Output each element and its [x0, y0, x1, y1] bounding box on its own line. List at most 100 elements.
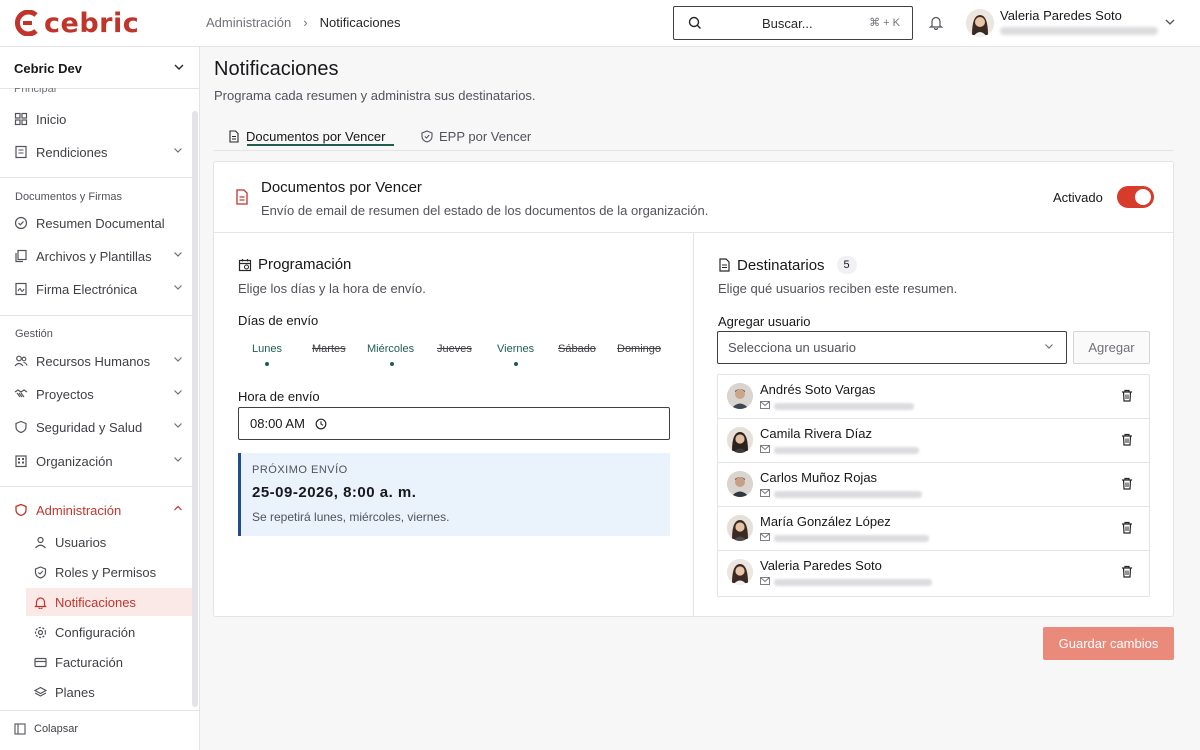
avatar [727, 383, 753, 409]
chevron-down-icon [174, 252, 182, 257]
avatar-male-icon [727, 383, 753, 409]
sidebar-divider [0, 177, 193, 178]
top-bar: cebric Administración › Notificaciones B… [0, 0, 1200, 47]
sidebar-divider [0, 710, 199, 711]
sidebar-item-archivos[interactable]: Archivos y Plantillas [14, 244, 189, 268]
sidebar-subitem-usuarios[interactable]: Usuarios [26, 528, 192, 556]
day-active-dot [514, 362, 518, 366]
page-subtitle: Programa cada resumen y administra sus d… [214, 88, 536, 103]
chevron-down-icon[interactable] [1164, 18, 1176, 26]
recipient-name: Carlos Muñoz Rojas [760, 470, 878, 485]
sidebar-item-label: Administración [36, 502, 122, 518]
sidebar-item-label: Recursos Humanos [36, 353, 151, 369]
avatar [727, 559, 753, 585]
days-label: Días de envío [238, 313, 319, 328]
search-shortcut: ⌘ + K [869, 17, 900, 29]
sidebar-item-label: Archivos y Plantillas [36, 248, 152, 264]
sidebar-item-recursos-humanos[interactable]: Recursos Humanos [14, 349, 189, 373]
trash-icon[interactable] [1121, 477, 1133, 490]
day-miercoles[interactable]: Miércoles [367, 343, 414, 355]
add-user-button[interactable]: Agregar [1073, 331, 1150, 364]
day-jueves[interactable]: Jueves [437, 343, 472, 355]
day-martes[interactable]: Martes [312, 343, 346, 355]
sidebar-item-resumen-documental[interactable]: Resumen Documental [14, 211, 189, 235]
cebric-logo-icon [15, 10, 38, 36]
card-title: Documentos por Vencer [261, 179, 422, 196]
card-icon [34, 657, 47, 667]
recipient-row: Carlos Muñoz Rojas [718, 463, 1149, 507]
shield-icon [15, 420, 27, 434]
chevron-down-icon [174, 148, 182, 153]
sidebar-scrollbar[interactable] [192, 111, 198, 707]
search-icon [688, 16, 701, 29]
recipient-email-redacted [774, 491, 922, 498]
sidebar-subitem-roles[interactable]: Roles y Permisos [26, 558, 192, 586]
day-domingo[interactable]: Domingo [617, 343, 661, 355]
chevron-down-icon [174, 457, 182, 462]
sidebar-item-administracion[interactable]: Administración [14, 498, 189, 522]
repeat-note: Se repetirá lunes, miércoles, viernes. [252, 510, 450, 524]
day-viernes[interactable]: Viernes [497, 343, 534, 355]
select-placeholder: Selecciona un usuario [728, 340, 856, 355]
section-title-documentos: Documentos y Firmas [15, 191, 122, 203]
breadcrumb-parent[interactable]: Administración [206, 15, 291, 30]
search-box[interactable]: Buscar... ⌘ + K [673, 6, 913, 40]
user-avatar[interactable] [966, 9, 994, 37]
collapse-sidebar-button[interactable]: Colapsar [14, 723, 78, 735]
mail-icon [760, 489, 770, 497]
brand-name: cebric [44, 7, 140, 39]
next-send-label: PRÓXIMO ENVÍO [252, 464, 348, 476]
column-divider [693, 233, 694, 617]
time-input[interactable]: 08:00 AM [238, 407, 670, 440]
org-selector[interactable]: Cebric Dev [0, 47, 199, 89]
sidebar-subitem-configuracion[interactable]: Configuración [26, 618, 192, 646]
recipient-row: Valeria Paredes Soto [718, 551, 1149, 595]
bell-icon [34, 596, 47, 609]
day-sabado[interactable]: Sábado [558, 343, 596, 355]
brand-logo[interactable]: cebric [14, 7, 139, 39]
sidebar-item-seguridad[interactable]: Seguridad y Salud [14, 415, 189, 439]
shield-icon [15, 503, 27, 517]
sidebar-item-label: Facturación [55, 654, 123, 670]
user-select[interactable]: Selecciona un usuario [717, 331, 1067, 364]
recipient-name: Valeria Paredes Soto [760, 558, 882, 573]
users-icon [14, 355, 28, 367]
breadcrumb: Administración › Notificaciones [206, 15, 401, 30]
breadcrumb-separator: › [303, 15, 308, 30]
receipt-icon [15, 145, 27, 159]
tab-epp-por-vencer[interactable]: EPP por Vencer [421, 125, 531, 147]
enabled-toggle[interactable] [1117, 186, 1154, 208]
day-lunes[interactable]: Lunes [252, 343, 282, 355]
save-changes-button[interactable]: Guardar cambios [1043, 627, 1174, 660]
sidebar-subitem-facturacion[interactable]: Facturación [26, 648, 192, 676]
sidebar-item-rendiciones[interactable]: Rendiciones [14, 140, 189, 164]
user-name[interactable]: Valeria Paredes Soto [1000, 8, 1122, 23]
trash-icon[interactable] [1121, 521, 1133, 534]
recipient-row: Andrés Soto Vargas [718, 375, 1149, 419]
bell-icon[interactable] [929, 15, 943, 30]
handshake-icon [14, 389, 28, 398]
toggle-label: Activado [1053, 190, 1103, 205]
user-icon [35, 536, 46, 548]
recipients-title-text: Destinatarios [737, 256, 825, 274]
trash-icon[interactable] [1121, 565, 1133, 578]
sidebar-subitem-notificaciones[interactable]: Notificaciones [26, 588, 192, 616]
mail-icon [760, 445, 770, 453]
sidebar-item-organizacion[interactable]: Organización [14, 449, 189, 473]
sidebar-item-label: Resumen Documental [36, 215, 165, 231]
sidebar-item-label: Seguridad y Salud [36, 419, 143, 435]
mail-icon [760, 533, 770, 541]
calendar-clock-icon [238, 258, 252, 271]
trash-icon[interactable] [1121, 433, 1133, 446]
avatar [727, 515, 753, 541]
sidebar-subitem-planes[interactable]: Planes [26, 678, 192, 706]
sidebar-item-label: Roles y Permisos [55, 564, 157, 580]
recipient-row: María González López [718, 507, 1149, 551]
sidebar-item-inicio[interactable]: Inicio [14, 107, 189, 131]
sidebar-item-firma[interactable]: Firma Electrónica [14, 277, 189, 301]
clock-icon[interactable] [315, 418, 327, 430]
chevron-up-icon [174, 505, 182, 511]
trash-icon[interactable] [1121, 389, 1133, 402]
sidebar-item-proyectos[interactable]: Proyectos [14, 382, 189, 406]
sidebar-divider [0, 315, 193, 316]
